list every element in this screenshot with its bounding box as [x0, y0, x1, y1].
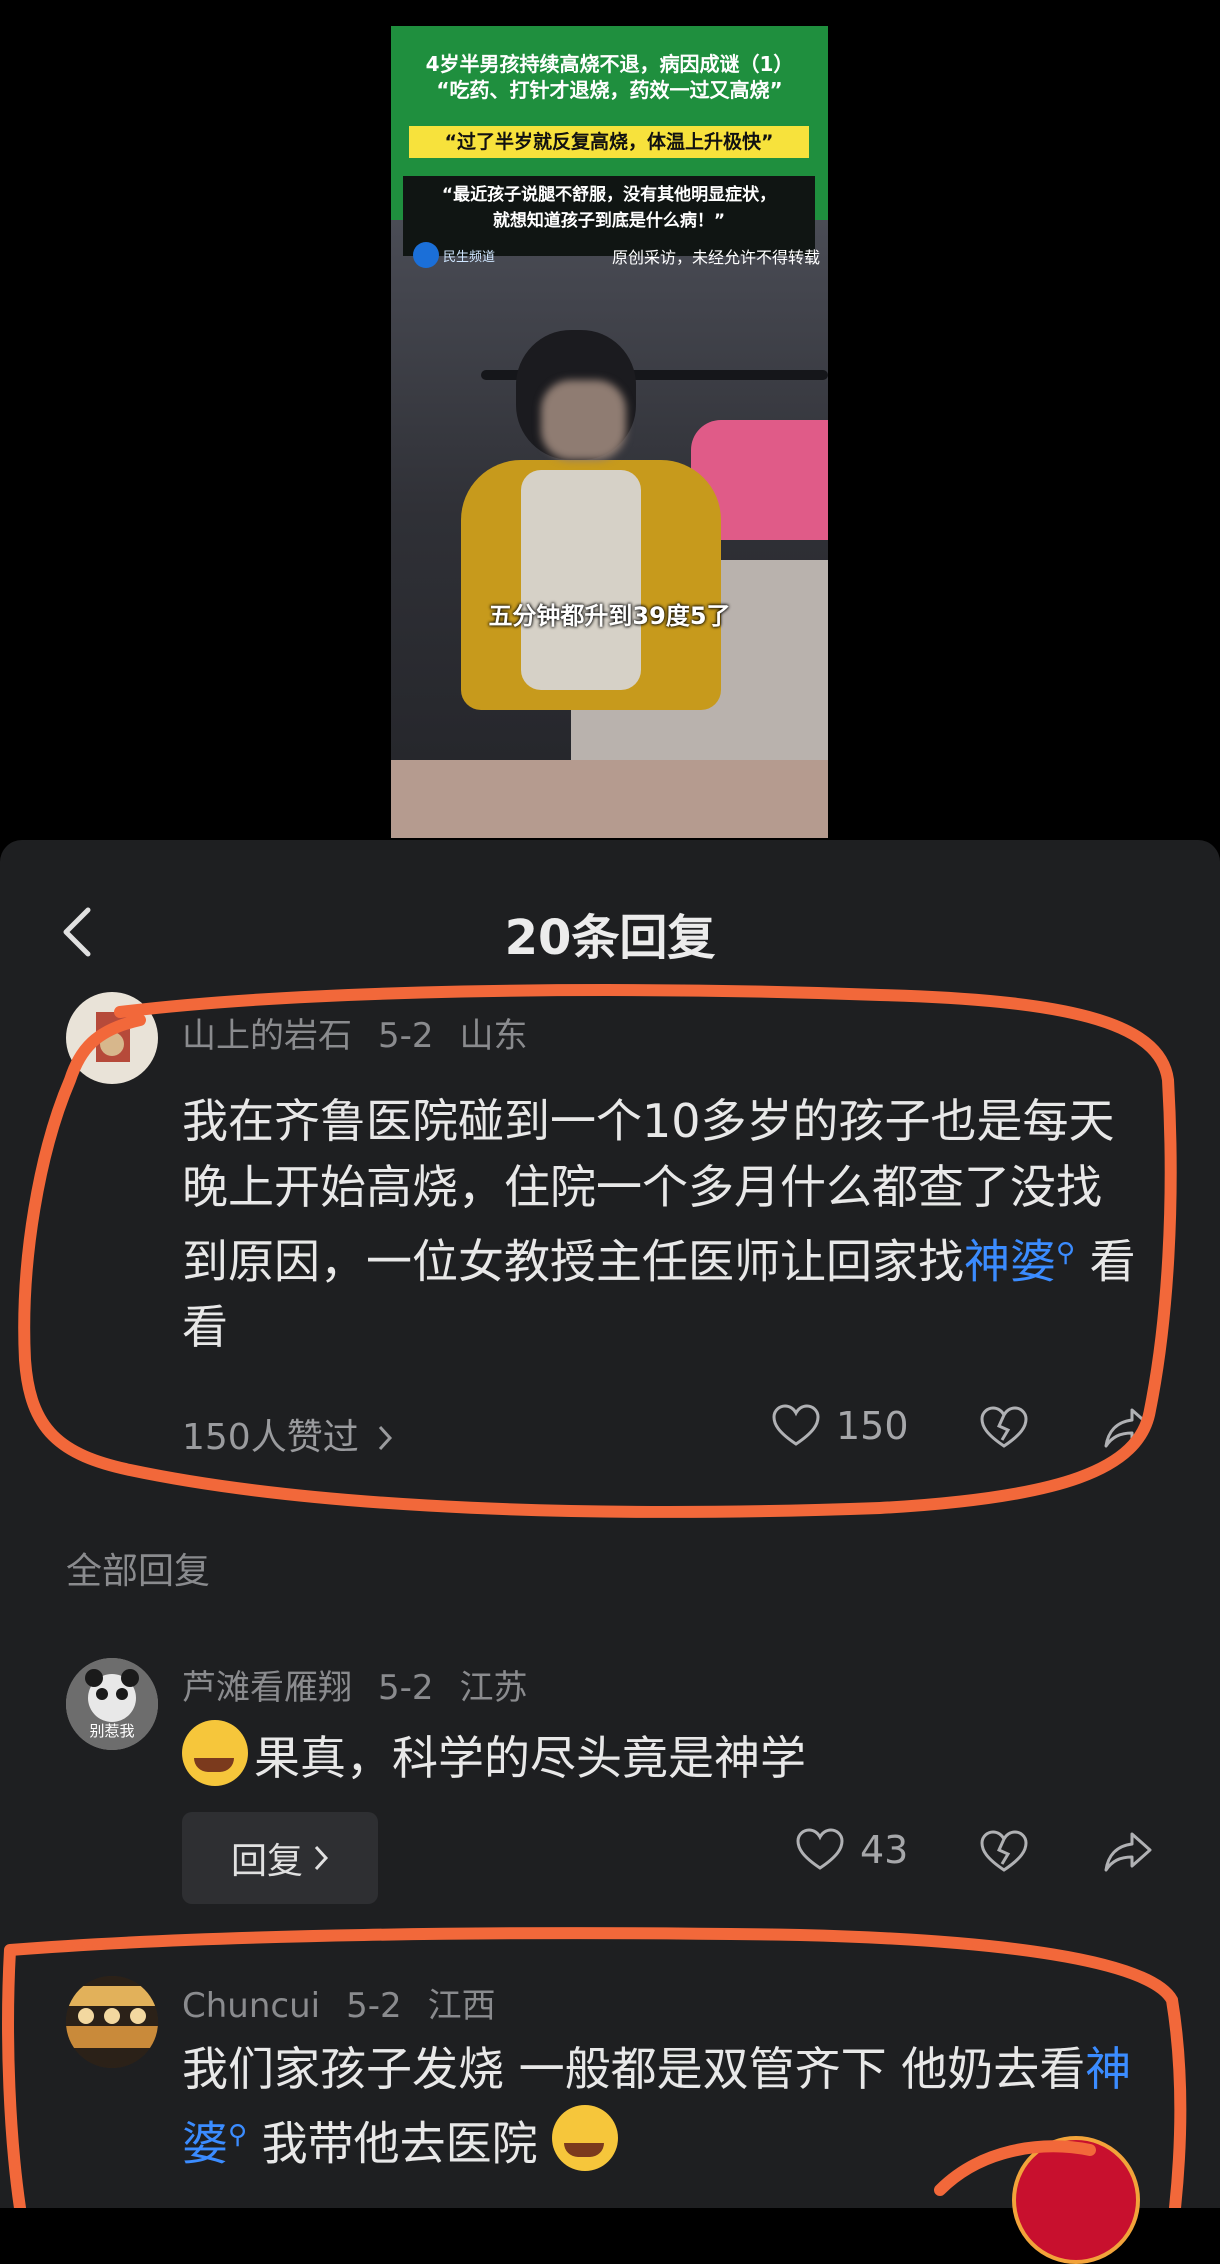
reply-text: 果真，科学的尽头竟是神学 — [182, 1720, 1142, 1791]
reply-text: 我们家孩子发烧 一般都是双管齐下 他奶去看神婆⚲ 我带他去医院 — [182, 2036, 1172, 2176]
broken-heart-icon[interactable] — [980, 1830, 1028, 1874]
comment-date: 5-2 — [378, 1016, 434, 1056]
video-scene — [391, 220, 828, 760]
share-icon[interactable] — [1104, 1406, 1152, 1450]
like-button[interactable]: 150 — [772, 1404, 909, 1448]
video-subtitle: 五分钟都升到39度5了 — [488, 602, 731, 630]
reply-user[interactable]: 芦滩看雁翔 — [182, 1668, 352, 1708]
channel-logo: 民生频道 — [413, 242, 495, 268]
comment-user[interactable]: 山上的岩石 — [182, 1016, 352, 1056]
laughing-crying-emoji-icon — [552, 2105, 619, 2172]
share-icon[interactable] — [1104, 1830, 1152, 1874]
reply-location: 江西 — [427, 1986, 496, 2026]
reply-date: 5-2 — [378, 1668, 434, 1708]
heart-icon — [796, 1828, 844, 1870]
reply-button-label: 回复 — [230, 1841, 303, 1882]
reply-meta: Chuncui 5-2 江西 — [182, 1978, 522, 2027]
like-count: 43 — [860, 1828, 909, 1872]
video-title-line1: 4岁半男孩持续高烧不退，病因成谜（1） — [425, 52, 794, 76]
avatar-image — [66, 1976, 158, 2068]
avatar[interactable] — [66, 992, 158, 1084]
reply-meta: 芦滩看雁翔 5-2 江苏 — [182, 1660, 554, 1709]
chevron-right-icon — [379, 1425, 393, 1451]
liked-by-text: 150人赞过 — [182, 1417, 359, 1458]
reply-location: 江苏 — [459, 1668, 528, 1708]
comment-meta: 山上的岩石 5-2 山东 — [182, 1008, 554, 1057]
video-title-line2: “吃药、打针才退烧，药效一过又高烧” — [436, 78, 783, 102]
section-label: 全部回复 — [66, 1551, 211, 1592]
search-icon[interactable]: ⚲ — [228, 2120, 247, 2150]
avatar-caption: 别惹我 — [89, 1722, 135, 1740]
chevron-right-icon — [314, 1845, 329, 1871]
reply-button[interactable]: 回复 — [182, 1812, 378, 1904]
avatar[interactable]: 别惹我 — [66, 1658, 158, 1750]
video-quote-line2: 就想知道孩子到底是什么病！” — [492, 211, 726, 231]
comment-text: 我在齐鲁医院碰到一个10多岁的孩子也是每天晚上开始高烧，住院一个多月什么都查了没… — [182, 1088, 1142, 1360]
avatar-image — [96, 1012, 130, 1062]
heart-icon — [772, 1404, 820, 1446]
search-icon[interactable]: ⚲ — [1056, 1238, 1075, 1268]
video-player[interactable]: 4岁半男孩持续高烧不退，病因成谜（1） “吃药、打针才退烧，药效一过又高烧” “… — [391, 26, 828, 838]
crying-emoji-icon — [182, 1720, 248, 1786]
reply-user[interactable]: Chuncui — [182, 1986, 320, 2026]
channel-logo-icon — [413, 242, 439, 268]
keyword-link[interactable]: 神婆 — [964, 1234, 1056, 1288]
reply-text-pre: 我们家孩子发烧 一般都是双管齐下 他奶去看 — [182, 2042, 1086, 2096]
replies-sheet: 20条回复 山上的岩石 5-2 山东 我在齐鲁医院碰到一个10多岁的孩子也是每天晚上… — [0, 840, 1220, 2264]
sheet-title: 20条回复 — [504, 910, 716, 966]
comment-location: 山东 — [459, 1016, 528, 1056]
broken-heart-icon[interactable] — [980, 1406, 1028, 1450]
floating-action-button[interactable] — [1012, 2136, 1140, 2264]
reply-text-post: 我带他去医院 — [247, 2116, 538, 2171]
video-bottom-area — [391, 760, 828, 838]
channel-logo-text: 民生频道 — [443, 249, 496, 265]
copyright-notice: 原创采访，未经允许不得转载 — [611, 248, 820, 267]
liked-by-link[interactable]: 150人赞过 — [182, 1408, 394, 1460]
avatar[interactable] — [66, 1976, 158, 2068]
reply-date: 5-2 — [346, 1986, 402, 2026]
video-quote-line1: “最近孩子说腿不舒服，没有其他明显症状， — [441, 185, 777, 205]
video-highlight: “过了半岁就反复高烧，体温上升极快” — [409, 126, 809, 158]
like-button[interactable]: 43 — [796, 1828, 908, 1872]
reply-text-content: 果真，科学的尽头竟是神学 — [254, 1731, 806, 1785]
like-count: 150 — [836, 1404, 909, 1448]
